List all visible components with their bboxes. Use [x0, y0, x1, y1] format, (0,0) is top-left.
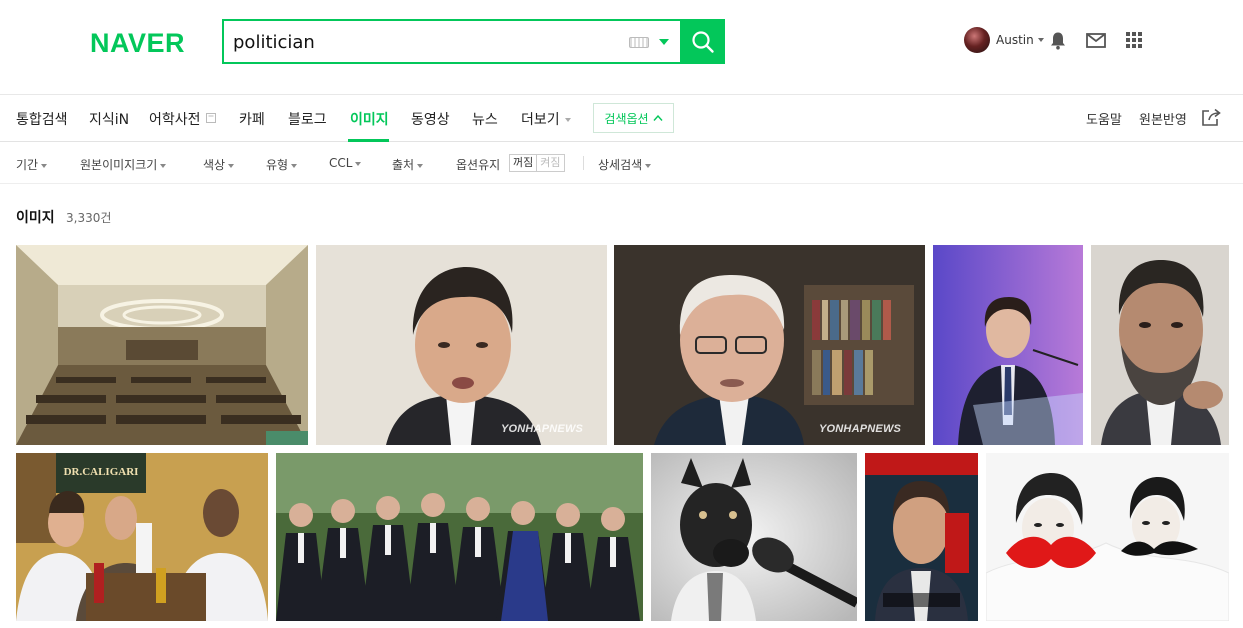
chevron-down-icon [291, 163, 298, 168]
image-result[interactable] [651, 453, 857, 621]
svg-text:DR.CALIGARI: DR.CALIGARI [64, 466, 139, 478]
couple-illustration-image [986, 453, 1229, 621]
chevron-down-icon [355, 161, 362, 166]
tab-more-label: 더보기 [521, 112, 560, 128]
image-result[interactable]: DR.CALIGARI [16, 453, 268, 621]
filter-source[interactable]: 출처 [392, 156, 424, 173]
bearded-man-image [1091, 245, 1229, 445]
search-box [222, 19, 681, 64]
search-icon [691, 30, 714, 53]
chevron-down-icon [160, 163, 167, 168]
image-result[interactable] [1091, 245, 1229, 445]
filter-detail[interactable]: 상세검색 [598, 156, 652, 173]
assembly-hall-image [16, 245, 308, 445]
filter-source-label: 출처 [392, 158, 415, 172]
toggle-on-option[interactable]: 켜짐 [537, 155, 563, 171]
feedback-link[interactable]: 원본반영 [1139, 109, 1187, 128]
avatar[interactable] [964, 27, 990, 53]
naver-logo[interactable]: NAVER [90, 28, 185, 59]
help-link[interactable]: 도움말 [1086, 109, 1122, 128]
tab-blog[interactable]: 블로그 [288, 109, 327, 129]
filter-bar: 기간 원본이미지크기 색상 유형 CCL 출처 옵션유지 꺼짐 켜짐 상세검색 [0, 142, 1243, 184]
image-result[interactable] [986, 453, 1229, 621]
filter-period-label: 기간 [16, 158, 39, 172]
filter-type-label: 유형 [266, 158, 289, 172]
watermark: YONHAPNEWS [819, 423, 902, 435]
keyboard-icon[interactable] [629, 37, 649, 48]
chevron-down-icon [228, 163, 235, 168]
tab-more[interactable]: 더보기 [521, 109, 571, 129]
tab-cafe[interactable]: 카페 [239, 109, 265, 129]
header: NAVER Austin [0, 0, 1243, 95]
filter-detail-label: 상세검색 [598, 158, 643, 172]
image-result[interactable]: YONHAPNEWS [614, 245, 925, 445]
autocomplete-toggle-icon[interactable] [659, 39, 669, 45]
chevron-down-icon [1037, 38, 1044, 42]
filter-size-label: 원본이미지크기 [80, 158, 158, 172]
bell-icon[interactable] [1049, 31, 1067, 50]
toggle-off-option[interactable]: 꺼짐 [510, 155, 538, 171]
tab-kin[interactable]: 지식iN [89, 109, 129, 129]
results-count: 3,330건 [66, 211, 112, 225]
apps-grid-icon[interactable] [1126, 32, 1142, 48]
search-tabs: 통합검색 지식iN 어학사전 카페 블로그 이미지 동영상 뉴스 더보기 검색옵… [0, 95, 1243, 142]
filter-ccl-label: CCL [329, 156, 353, 170]
user-name[interactable]: Austin [996, 33, 1034, 47]
mail-icon[interactable] [1086, 33, 1106, 48]
magazine-cover-image [865, 453, 978, 621]
external-window-icon [206, 113, 216, 123]
search-button[interactable] [680, 19, 725, 64]
image-result[interactable] [16, 245, 308, 445]
tab-video[interactable]: 동영상 [411, 109, 450, 129]
chevron-down-icon [41, 163, 48, 168]
man-at-podium-image [933, 245, 1083, 445]
search-options-label: 검색옵션 [604, 111, 649, 126]
man-speaking-image [316, 245, 607, 445]
chevron-up-icon [653, 115, 663, 121]
filter-type[interactable]: 유형 [266, 156, 298, 173]
share-icon[interactable] [1201, 108, 1222, 126]
filter-period[interactable]: 기간 [16, 156, 48, 173]
search-input[interactable] [233, 28, 613, 56]
leaders-eating-image: DR.CALIGARI [16, 453, 268, 621]
user-menu[interactable]: Austin [964, 27, 1044, 53]
tab-images[interactable]: 이미지 [350, 109, 389, 129]
search-options-button[interactable]: 검색옵션 [593, 103, 674, 133]
image-result[interactable] [276, 453, 643, 621]
keep-options-label: 옵션유지 [456, 158, 501, 172]
image-result[interactable] [933, 245, 1083, 445]
crowd-of-officials-image [276, 453, 643, 621]
filter-size[interactable]: 원본이미지크기 [80, 156, 167, 173]
filter-ccl[interactable]: CCL [329, 156, 362, 170]
image-result[interactable] [865, 453, 978, 621]
watermark: YONHAPNEWS [501, 423, 584, 435]
tab-news[interactable]: 뉴스 [472, 109, 498, 129]
image-result[interactable]: YONHAPNEWS [316, 245, 607, 445]
results-title: 이미지 [16, 210, 55, 226]
chevron-down-icon [417, 163, 424, 168]
filter-color-label: 색상 [203, 158, 226, 172]
chevron-down-icon [645, 163, 652, 168]
dog-microphone-image [651, 453, 857, 621]
tab-integrated[interactable]: 통합검색 [16, 109, 68, 129]
tab-dictionary[interactable]: 어학사전 [149, 109, 201, 129]
divider [583, 156, 584, 170]
filter-color[interactable]: 색상 [203, 156, 235, 173]
chevron-down-icon [564, 118, 571, 122]
keep-options-toggle[interactable]: 꺼짐 켜짐 [509, 154, 565, 172]
older-man-glasses-image [614, 245, 925, 445]
